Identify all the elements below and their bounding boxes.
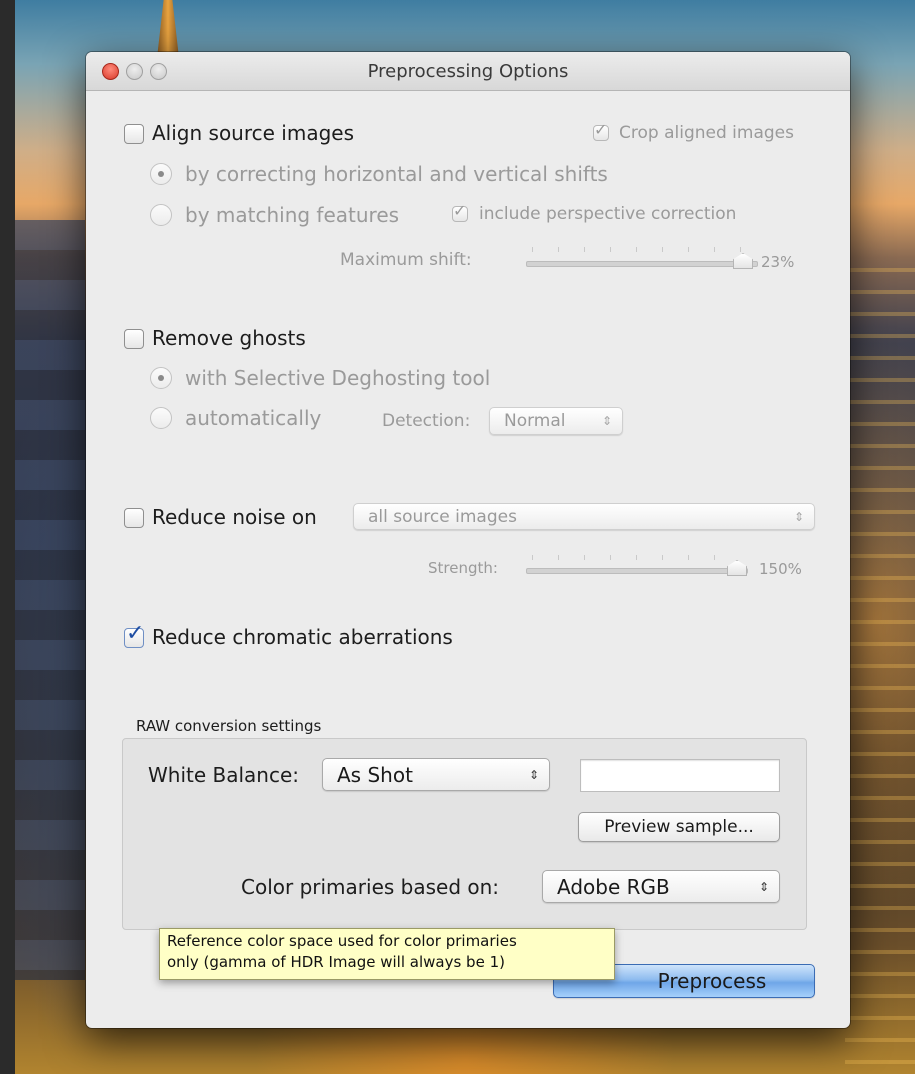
window-title: Preprocessing Options (367, 61, 569, 82)
color-primaries-label: Color primaries based on: (241, 875, 500, 899)
detection-label: Detection: (382, 411, 471, 431)
title-bar[interactable]: Preprocessing Options (86, 52, 850, 91)
remove-ghosts-checkbox[interactable] (124, 329, 144, 349)
radio-correcting-shifts[interactable] (150, 163, 172, 185)
white-balance-popup[interactable]: As Shot ⇕ (322, 758, 550, 791)
radio-selected-dot (158, 375, 164, 381)
color-primaries-value: Adobe RGB (557, 874, 670, 899)
white-balance-label: White Balance: (148, 763, 300, 787)
eiffel-tower-shape (157, 0, 179, 58)
color-primaries-popup[interactable]: Adobe RGB ⇕ (542, 870, 780, 903)
align-source-images-label: Align source images (152, 121, 355, 145)
reduce-chromatic-checkbox[interactable]: ✓ (124, 623, 144, 648)
white-balance-value: As Shot (337, 762, 413, 787)
up-down-arrows-icon: ⇕ (528, 767, 539, 782)
radio-correcting-shifts-label: by correcting horizontal and vertical sh… (185, 162, 608, 186)
preprocessing-dialog: Preprocessing Options Align source image… (86, 52, 850, 1028)
up-down-arrows-icon: ⇕ (793, 509, 804, 524)
detection-value: Normal (504, 411, 566, 431)
remove-ghosts-label: Remove ghosts (152, 326, 306, 350)
building-silhouette (15, 220, 85, 980)
reduce-noise-label: Reduce noise on (152, 505, 317, 529)
strength-knob[interactable] (727, 560, 747, 576)
radio-automatically[interactable] (150, 407, 172, 429)
radio-selective-deghosting-label: with Selective Deghosting tool (185, 366, 491, 390)
white-balance-field[interactable] (580, 759, 780, 792)
reduce-noise-checkbox[interactable] (124, 508, 144, 528)
radio-matching-features[interactable] (150, 204, 172, 226)
maximum-shift-knob[interactable] (733, 253, 753, 269)
maximum-shift-label: Maximum shift: (340, 250, 472, 270)
checkmark-icon: ✓ (453, 201, 467, 220)
dialog-content: Align source images ✓ Crop aligned image… (86, 91, 850, 1028)
street-lights (845, 250, 915, 1070)
radio-selective-deghosting[interactable] (150, 367, 172, 389)
preprocess-button-label: Preprocess (657, 969, 767, 993)
radio-selected-dot (158, 171, 164, 177)
align-source-images-checkbox[interactable] (124, 124, 144, 144)
strength-label: Strength: (428, 559, 498, 577)
tooltip-line-1: Reference color space used for color pri… (167, 932, 517, 950)
raw-group-label: RAW conversion settings (136, 717, 322, 735)
checkmark-icon: ✓ (126, 621, 145, 646)
perspective-correction-checkbox[interactable]: ✓ (452, 201, 468, 222)
up-down-arrows-icon: ⇕ (601, 414, 612, 428)
crop-aligned-images-checkbox[interactable]: ✓ (593, 120, 609, 141)
radio-automatically-label: automatically (185, 406, 322, 430)
color-primaries-tooltip: Reference color space used for color pri… (159, 928, 615, 980)
up-down-arrows-icon: ⇕ (758, 879, 769, 894)
maximum-shift-value: 23% (761, 253, 795, 271)
checkmark-icon: ✓ (594, 120, 608, 139)
reduce-chromatic-label: Reduce chromatic aberrations (152, 625, 453, 649)
preview-sample-button[interactable]: Preview sample... (578, 812, 780, 842)
strength-value: 150% (759, 560, 802, 578)
detection-popup[interactable]: Normal ⇕ (489, 407, 623, 435)
maximum-shift-track[interactable] (526, 261, 758, 267)
crop-aligned-images-label: Crop aligned images (619, 123, 794, 143)
tooltip-line-2: only (gamma of HDR Image will always be … (167, 953, 505, 971)
radio-matching-features-label: by matching features (185, 203, 400, 227)
perspective-correction-label: include perspective correction (479, 204, 737, 224)
noise-target-popup[interactable]: all source images ⇕ (353, 503, 815, 530)
noise-target-value: all source images (368, 506, 517, 527)
strength-track[interactable] (526, 568, 748, 574)
